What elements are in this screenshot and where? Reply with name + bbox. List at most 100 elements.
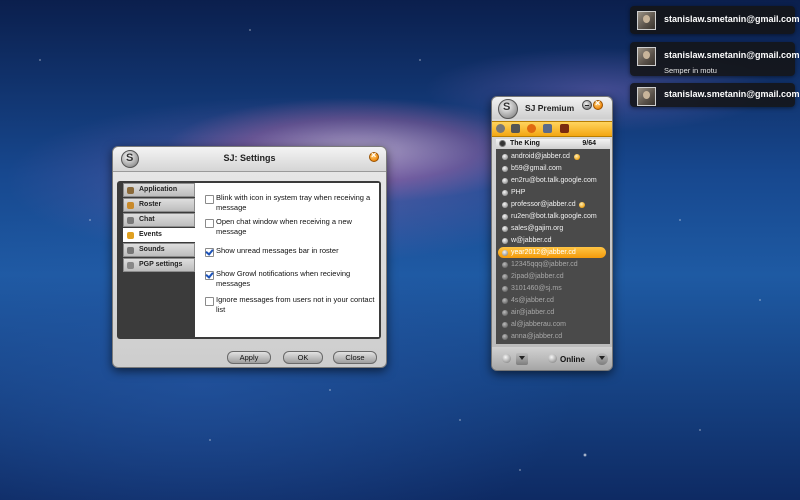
list-item[interactable]: al@jabberau.com: [496, 319, 610, 331]
status-icon: [502, 226, 508, 232]
status-icon: [502, 286, 508, 292]
list-item[interactable]: b59@gmail.com: [496, 163, 610, 175]
settings-titlebar[interactable]: SJ: Settings: [113, 147, 386, 172]
apply-button[interactable]: Apply: [227, 351, 271, 364]
contact-name: ru2en@bot.talk.google.com: [511, 213, 597, 220]
desktop-background: stanislaw.smetanin@gmail.com stanislaw.s…: [0, 0, 800, 500]
group-count: 9/64: [582, 140, 596, 147]
contact-name: 4s@jabber.cd: [511, 297, 554, 304]
roster-toolbar: [492, 121, 612, 137]
status-icon: [502, 310, 508, 316]
tab-events[interactable]: Events: [123, 228, 201, 242]
contact-name: 2ipad@jabber.cd: [511, 273, 564, 280]
contacts-icon[interactable]: [496, 124, 505, 133]
speaker-icon: [127, 247, 134, 254]
list-item[interactable]: air@jabber.cd: [496, 307, 610, 319]
events-settings-content: Blink with icon in system tray when rece…: [195, 183, 379, 337]
checkbox[interactable]: [205, 271, 214, 280]
list-item[interactable]: PHP: [496, 187, 610, 199]
settings-panel: Application Roster Chat Events Sounds PG…: [117, 181, 381, 339]
close-window-button[interactable]: [593, 98, 603, 110]
checkbox[interactable]: [205, 219, 214, 228]
group-header[interactable]: The King 9/64: [496, 139, 610, 149]
close-window-button[interactable]: [369, 150, 379, 162]
list-item[interactable]: ru2en@bot.talk.google.com: [496, 211, 610, 223]
growl-notification[interactable]: stanislaw.smetanin@gmail.com: [630, 6, 799, 34]
tab-label: Chat: [139, 216, 155, 223]
status-icon: [502, 274, 508, 280]
tab-chat[interactable]: Chat: [123, 213, 195, 227]
tab-pgp-settings[interactable]: PGP settings: [123, 258, 195, 272]
checkbox[interactable]: [205, 248, 214, 257]
list-item[interactable]: sales@gajim.org: [496, 223, 610, 235]
contact-name: air@jabber.cd: [511, 309, 555, 316]
smiley-icon[interactable]: [527, 124, 536, 133]
contact-name: 3101460@sj.ms: [511, 285, 562, 292]
status-icon: [502, 298, 508, 304]
contact-name: anna@jabber.cd: [511, 333, 563, 340]
close-button[interactable]: Close: [333, 351, 377, 364]
list-item[interactable]: anna@jabber.cd: [496, 331, 610, 343]
contact-name: professor@jabber.cd: [511, 201, 576, 208]
list-item-selected[interactable]: year2012@jabber.cd: [496, 247, 610, 259]
tab-roster[interactable]: Roster: [123, 198, 195, 212]
list-item[interactable]: 2ipad@jabber.cd: [496, 271, 610, 283]
tab-application[interactable]: Application: [123, 183, 195, 197]
avatar: [637, 47, 656, 66]
option-label: Ignore messages from users not in your c…: [216, 295, 375, 314]
list-item[interactable]: 4s@jabber.cd: [496, 295, 610, 307]
contact-name: en2ru@bot.talk.google.com: [511, 177, 597, 184]
list-item[interactable]: 3101460@sj.ms: [496, 283, 610, 295]
contact-name: 12345qqq@jabber.cd: [511, 261, 578, 268]
list-item[interactable]: en2ru@bot.talk.google.com: [496, 175, 610, 187]
status-icon: [548, 354, 557, 363]
tab-label: Sounds: [139, 246, 165, 253]
avatar: [637, 87, 656, 106]
people-icon: [127, 202, 134, 209]
status-icon: [502, 250, 508, 256]
growl-notification[interactable]: stanislaw.smetanin@gmail.com: [630, 83, 799, 107]
settings-tabs: Application Roster Chat Events Sounds PG…: [123, 183, 201, 273]
roster-titlebar[interactable]: SJ Premium: [492, 97, 612, 119]
contact-name: al@jabberau.com: [511, 321, 566, 328]
account-icon[interactable]: [502, 354, 511, 363]
option-label: Show Growl notifications when recieving …: [216, 269, 351, 288]
status-icon: [502, 166, 508, 172]
minimize-button[interactable]: [582, 100, 592, 110]
status-selector[interactable]: Online: [560, 355, 585, 364]
status-icon: [502, 214, 508, 220]
speaker-icon[interactable]: [511, 124, 520, 133]
notification-title: stanislaw.smetanin@gmail.com: [664, 14, 800, 24]
option-label: Blink with icon in system tray when rece…: [216, 193, 371, 212]
status-icon: [502, 202, 508, 208]
key-icon: [127, 262, 134, 269]
list-item[interactable]: android@jabber.cd: [496, 151, 610, 163]
chat-icon[interactable]: [543, 124, 552, 133]
checkbox[interactable]: [205, 195, 214, 204]
book-icon[interactable]: [560, 124, 569, 133]
list-item[interactable]: 12345qqq@jabber.cd: [496, 259, 610, 271]
collapse-icon: [499, 140, 506, 147]
status-icon: [502, 238, 508, 244]
tab-label: Roster: [139, 201, 162, 208]
contact-list: The King 9/64 android@jabber.cd b59@gmai…: [496, 139, 610, 344]
notification-title: stanislaw.smetanin@gmail.com: [664, 50, 800, 60]
list-item[interactable]: w@jabber.cd: [496, 235, 610, 247]
ok-button[interactable]: OK: [283, 351, 323, 364]
sj-logo-icon: [498, 99, 518, 119]
tab-label: PGP settings: [139, 261, 183, 268]
tab-sounds[interactable]: Sounds: [123, 243, 195, 257]
growl-notification[interactable]: stanislaw.smetanin@gmail.com Semper in m…: [630, 42, 799, 76]
chat-icon: [127, 217, 134, 224]
contact-name: w@jabber.cd: [511, 237, 552, 244]
account-menu-button[interactable]: [516, 353, 528, 365]
window-title: SJ Premium: [525, 103, 575, 113]
contact-name: b59@gmail.com: [511, 165, 562, 172]
list-item[interactable]: professor@jabber.cd: [496, 199, 610, 211]
checkbox[interactable]: [205, 297, 214, 306]
contact-name: sales@gajim.org: [511, 225, 564, 232]
contact-name: PHP: [511, 189, 526, 196]
status-icon: [502, 178, 508, 184]
status-dropdown-button[interactable]: [596, 353, 608, 365]
avatar: [637, 11, 656, 30]
